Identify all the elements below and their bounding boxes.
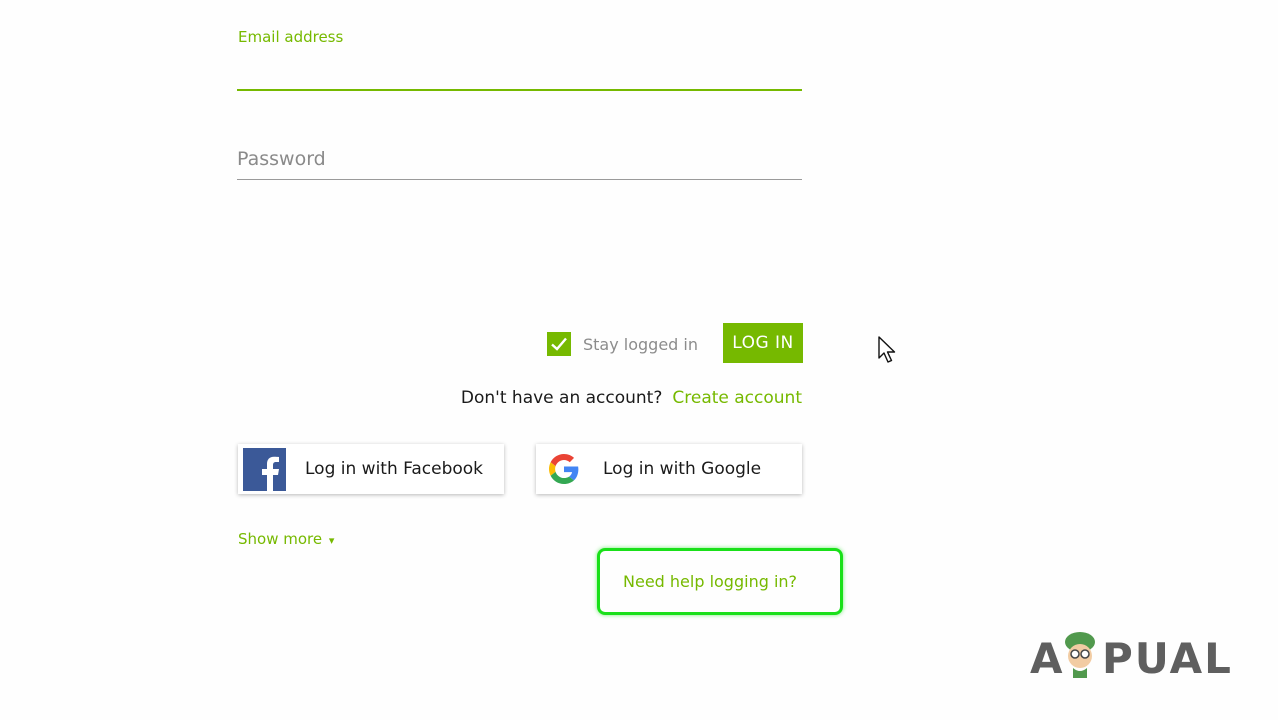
google-logo-icon <box>549 454 579 484</box>
login-button[interactable]: LOG IN <box>723 323 803 363</box>
stay-logged-in-row: Stay logged in <box>547 332 698 356</box>
stay-logged-in-label: Stay logged in <box>583 334 699 354</box>
signup-row: Don't have an account? Create account <box>461 388 802 408</box>
show-more-link[interactable]: Show more ▾ <box>238 530 334 548</box>
facebook-logo-icon <box>243 447 286 491</box>
stay-logged-in-checkbox[interactable] <box>547 332 571 356</box>
mouse-pointer-icon <box>878 336 898 368</box>
email-label: Email address <box>238 28 344 46</box>
create-account-link[interactable]: Create account <box>672 388 802 408</box>
signup-question: Don't have an account? <box>460 388 663 408</box>
google-login-label: Log in with Google <box>603 459 762 479</box>
facebook-login-label: Log in with Facebook <box>305 459 484 479</box>
caret-down-icon: ▾ <box>328 534 335 547</box>
need-help-link[interactable]: Need help logging in? <box>623 572 797 591</box>
svg-text:PUALS: PUALS <box>1102 634 1230 683</box>
appuals-logo-icon: A PUALS <box>1030 632 1230 683</box>
appuals-watermark: A PUALS <box>1030 626 1230 686</box>
checkmark-icon <box>551 337 567 351</box>
login-page: Email address Stay logged in LOG IN Don'… <box>0 0 1278 720</box>
svg-text:A: A <box>1030 634 1065 683</box>
password-input[interactable] <box>237 141 802 177</box>
google-login-button[interactable]: Log in with Google <box>536 444 802 494</box>
show-more-label: Show more <box>238 530 323 548</box>
facebook-login-button[interactable]: Log in with Facebook <box>238 444 504 494</box>
email-input[interactable] <box>237 52 802 88</box>
email-underline <box>237 89 802 91</box>
password-underline <box>237 179 802 180</box>
